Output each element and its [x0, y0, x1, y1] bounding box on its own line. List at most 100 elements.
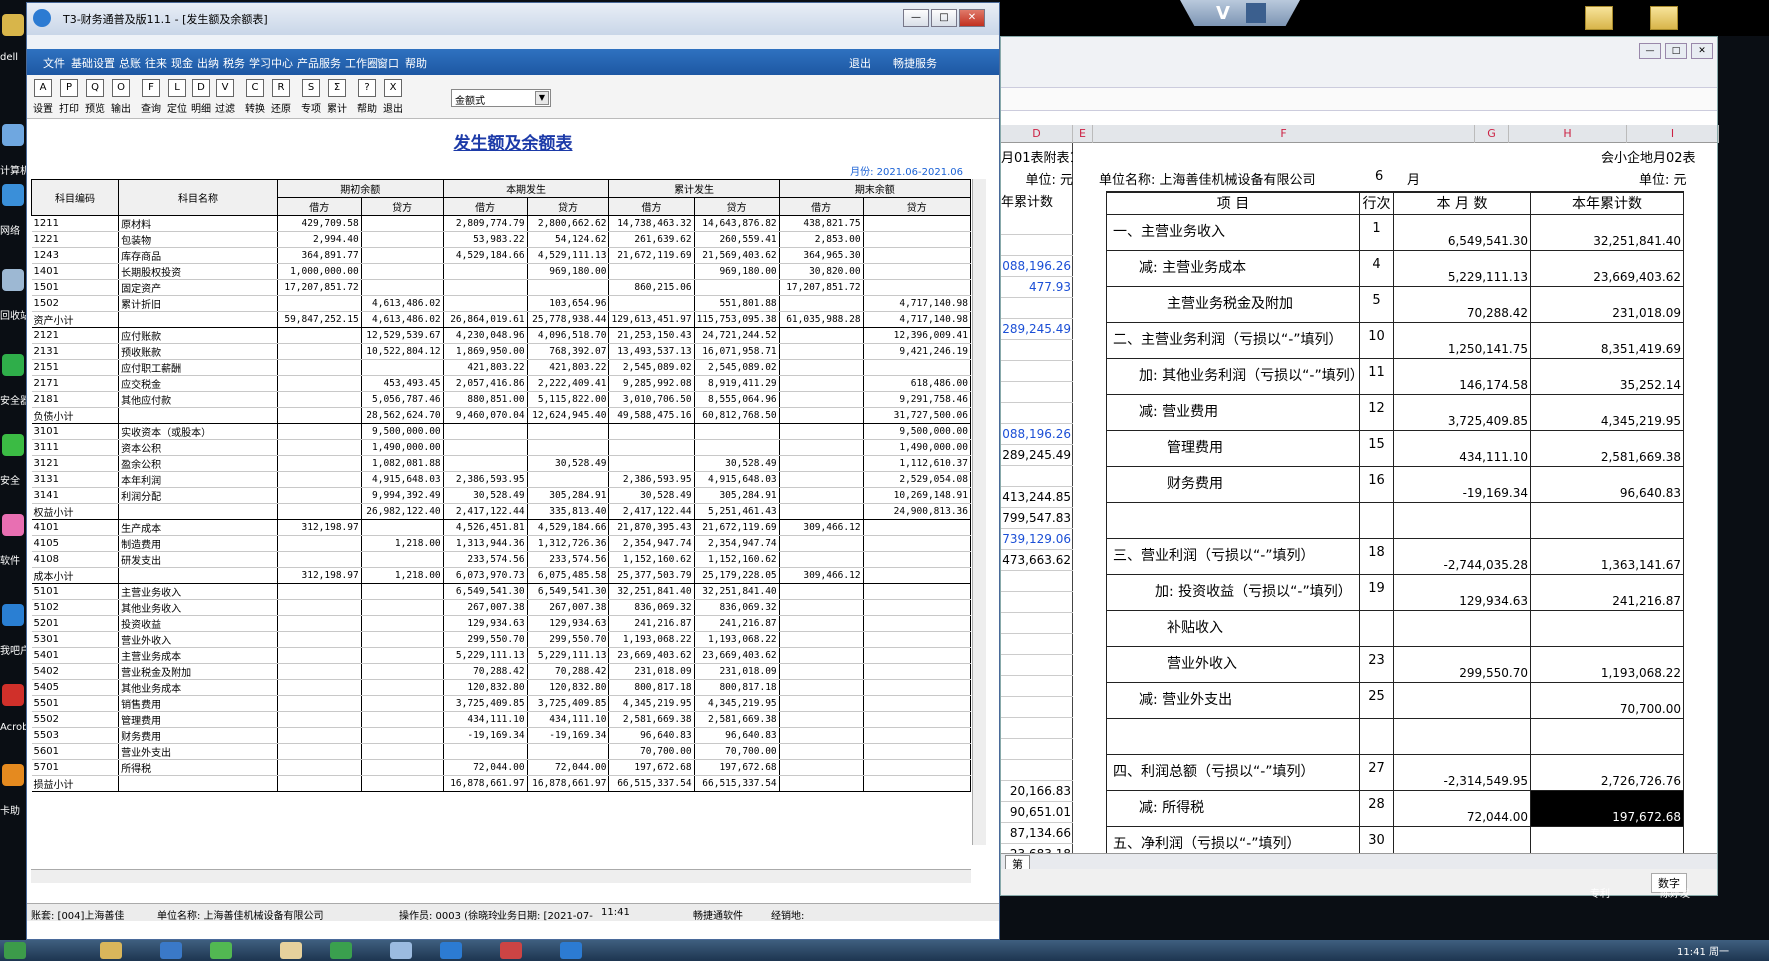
table-row[interactable]: 5503 财务费用 -19,169.34 -19,169.34 96,640.83 96,…	[31, 727, 971, 744]
close-button[interactable]: ✕	[959, 9, 985, 27]
table-row[interactable]: 2171 应交税金 453,493.45 2,057,416.86 2,222,409.…	[31, 375, 971, 392]
sheet-cell[interactable]: 20,166.83	[1001, 780, 1073, 802]
amount-cell[interactable]: 299,550.70	[1393, 645, 1531, 683]
toolbar-button[interactable]: O 输出	[107, 77, 135, 117]
column-header[interactable]: D	[1001, 125, 1073, 143]
amount-cell[interactable]: 35,252.14	[1530, 357, 1684, 395]
line-number[interactable]: 16	[1359, 465, 1394, 503]
table-row[interactable]: 3121 盈余公积 1,082,081.88 30,528.49 30,528.49 1,…	[31, 455, 971, 472]
item-label[interactable]: 减: 营业外支出	[1106, 681, 1360, 719]
amount-cell[interactable]: -2,314,549.95	[1393, 753, 1531, 791]
table-row[interactable]: 营业外收入 23 299,550.70 1,193,068.22	[1106, 645, 1684, 683]
line-number[interactable]: 10	[1359, 321, 1394, 359]
menu-item[interactable]: 总账	[119, 55, 141, 71]
formula-bar[interactable]	[1001, 87, 1717, 111]
sheet-cell[interactable]	[1001, 675, 1073, 697]
amount-cell[interactable]	[1393, 825, 1531, 855]
item-label[interactable]: 营业外收入	[1106, 645, 1360, 683]
sheet-cell[interactable]	[1001, 297, 1073, 319]
line-number[interactable]: 19	[1359, 573, 1394, 611]
line-number[interactable]: 25	[1359, 681, 1394, 719]
line-number[interactable]: 28	[1359, 789, 1394, 827]
table-row[interactable]: 财务费用 16 -19,169.34 96,640.83	[1106, 465, 1684, 503]
amount-cell[interactable]: 70,288.42	[1393, 285, 1531, 323]
close-icon[interactable]: ✕	[1691, 43, 1713, 59]
app-icon[interactable]	[160, 942, 182, 959]
table-row[interactable]: 3101 实收资本（或股本） 9,500,000.00 9,500,000.00	[31, 423, 971, 440]
table-row[interactable]: 减: 主营业务成本 4 5,229,111.13 23,669,403.62	[1106, 249, 1684, 287]
line-number[interactable]: 30	[1359, 825, 1394, 855]
app-icon[interactable]	[440, 942, 462, 959]
item-label[interactable]: 补贴收入	[1106, 609, 1360, 647]
item-label[interactable]: 加: 投资收益（亏损以“-”填列）	[1106, 573, 1360, 611]
table-row[interactable]: 1221 包装物 2,994.40 53,983.22 54,124.62 261,639…	[31, 231, 971, 248]
column-header[interactable]: F	[1093, 125, 1475, 143]
table-row[interactable]: 五、净利润（亏损以“-”填列） 30	[1106, 825, 1684, 855]
item-label[interactable]: 减: 所得税	[1106, 789, 1360, 827]
item-label[interactable]: 加: 其他业务利润（亏损以“-”填列）	[1106, 357, 1360, 395]
line-number[interactable]: 12	[1359, 393, 1394, 431]
app-icon[interactable]	[280, 942, 302, 959]
remote-tab[interactable]: V	[1180, 0, 1300, 26]
table-row[interactable]: 减: 营业费用 12 3,725,409.85 4,345,219.95	[1106, 393, 1684, 431]
amount-cell[interactable]: 1,193,068.22	[1530, 645, 1684, 683]
amount-cell[interactable]	[1530, 609, 1684, 647]
table-row[interactable]	[1106, 501, 1684, 539]
amount-cell[interactable]: 3,725,409.85	[1393, 393, 1531, 431]
amount-cell[interactable]: 1,363,141.67	[1530, 537, 1684, 575]
amount-cell[interactable]	[1530, 501, 1684, 539]
sheet-cell[interactable]	[1001, 339, 1073, 361]
sheet-cell[interactable]: 87,134.66	[1001, 822, 1073, 844]
table-row[interactable]: 四、利润总额（亏损以“-”填列） 27 -2,314,549.95 2,726,726…	[1106, 753, 1684, 791]
table-row[interactable]: 1401 长期股权投资 1,000,000.00 969,180.00 969,180.…	[31, 263, 971, 280]
app-icon[interactable]	[100, 942, 122, 959]
menu-item[interactable]: 税务	[223, 55, 245, 71]
toolbar-button[interactable]: R 还原	[267, 77, 295, 117]
amount-cell[interactable]: 4,345,219.95	[1530, 393, 1684, 431]
toolbar-button[interactable]: ? 帮助	[353, 77, 381, 117]
amount-cell[interactable]: 2,581,669.38	[1530, 429, 1684, 467]
table-row[interactable]: 5402 营业税金及附加 70,288.42 70,288.42 231,018.09 2…	[31, 663, 971, 680]
table-row[interactable]: 5405 其他业务成本 120,832.80 120,832.80 800,817.18…	[31, 679, 971, 696]
table-row[interactable]: 补贴收入	[1106, 609, 1684, 647]
item-label[interactable]: 五、净利润（亏损以“-”填列）	[1106, 825, 1360, 855]
table-row[interactable]: 5502 管理费用 434,111.10 434,111.10 2,581,669.38…	[31, 711, 971, 728]
amount-cell[interactable]: 70,700.00	[1530, 681, 1684, 719]
column-header[interactable]: G	[1475, 125, 1509, 143]
minimize-button[interactable]: —	[903, 9, 929, 27]
sheet-cell[interactable]	[1001, 612, 1073, 634]
restore-button[interactable]: □	[931, 9, 957, 27]
table-row[interactable]: 3131 本年利润 4,915,648.03 2,386,593.95 2,386,59…	[31, 471, 971, 488]
table-row[interactable]: 1501 固定资产 17,207,851.72 860,215.06 17,207,85…	[31, 279, 971, 296]
amount-cell[interactable]: 1,250,141.75	[1393, 321, 1531, 359]
table-row[interactable]: 二、主营业务利润（亏损以“-”填列） 10 1,250,141.75 8,351,41…	[1106, 321, 1684, 359]
table-row[interactable]: 5101 主营业务收入 6,549,541.30 6,549,541.30 32,251…	[31, 583, 971, 600]
desktop-icon[interactable]: Acrob ader	[0, 680, 26, 742]
table-row[interactable]: 4105 制造费用 1,218.00 1,313,944.36 1,312,726.36…	[31, 535, 971, 552]
table-row[interactable]: 5301 营业外收入 299,550.70 299,550.70 1,193,068.2…	[31, 631, 971, 648]
restore-icon[interactable]: □	[1665, 43, 1687, 59]
sheet-cell[interactable]	[1001, 654, 1073, 676]
table-row[interactable]: 5401 主营业务成本 5,229,111.13 5,229,111.13 23,669…	[31, 647, 971, 664]
table-row[interactable]: 5701 所得税 72,044.00 72,044.00 197,672.68 197,6…	[31, 759, 971, 776]
table-row[interactable]: 2121 应付账款 12,529,539.67 4,230,048.96 4,096,5…	[31, 327, 971, 344]
amount-cell[interactable]: 2,726,726.76	[1530, 753, 1684, 791]
table-row[interactable]: 3141 利润分配 9,994,392.49 30,528.49 305,284.91 3…	[31, 487, 971, 504]
table-row[interactable]: 5102 其他业务收入 267,007.38 267,007.38 836,069.32…	[31, 599, 971, 616]
sheet-cell[interactable]: 90,651.01	[1001, 801, 1073, 823]
amount-cell[interactable]	[1393, 501, 1531, 539]
item-label[interactable]: 三、营业利润（亏损以“-”填列）	[1106, 537, 1360, 575]
folder-icon[interactable]	[1585, 6, 1613, 30]
line-number[interactable]: 15	[1359, 429, 1394, 467]
line-number[interactable]	[1359, 501, 1394, 539]
amount-cell[interactable]: 5,229,111.13	[1393, 249, 1531, 287]
horizontal-scrollbar[interactable]	[31, 869, 971, 883]
toolbar-button[interactable]: C 转换	[241, 77, 269, 117]
sheet-cell[interactable]	[1001, 402, 1073, 424]
line-number[interactable]: 23	[1359, 645, 1394, 683]
sheet-cell[interactable]: 289,245.49	[1001, 318, 1073, 340]
table-row[interactable]: 1243 库存商品 364,891.77 4,529,184.66 4,529,111.…	[31, 247, 971, 264]
format-select[interactable]: 金额式 ▼	[451, 89, 551, 107]
line-number[interactable]: 18	[1359, 537, 1394, 575]
line-number[interactable]: 5	[1359, 285, 1394, 323]
